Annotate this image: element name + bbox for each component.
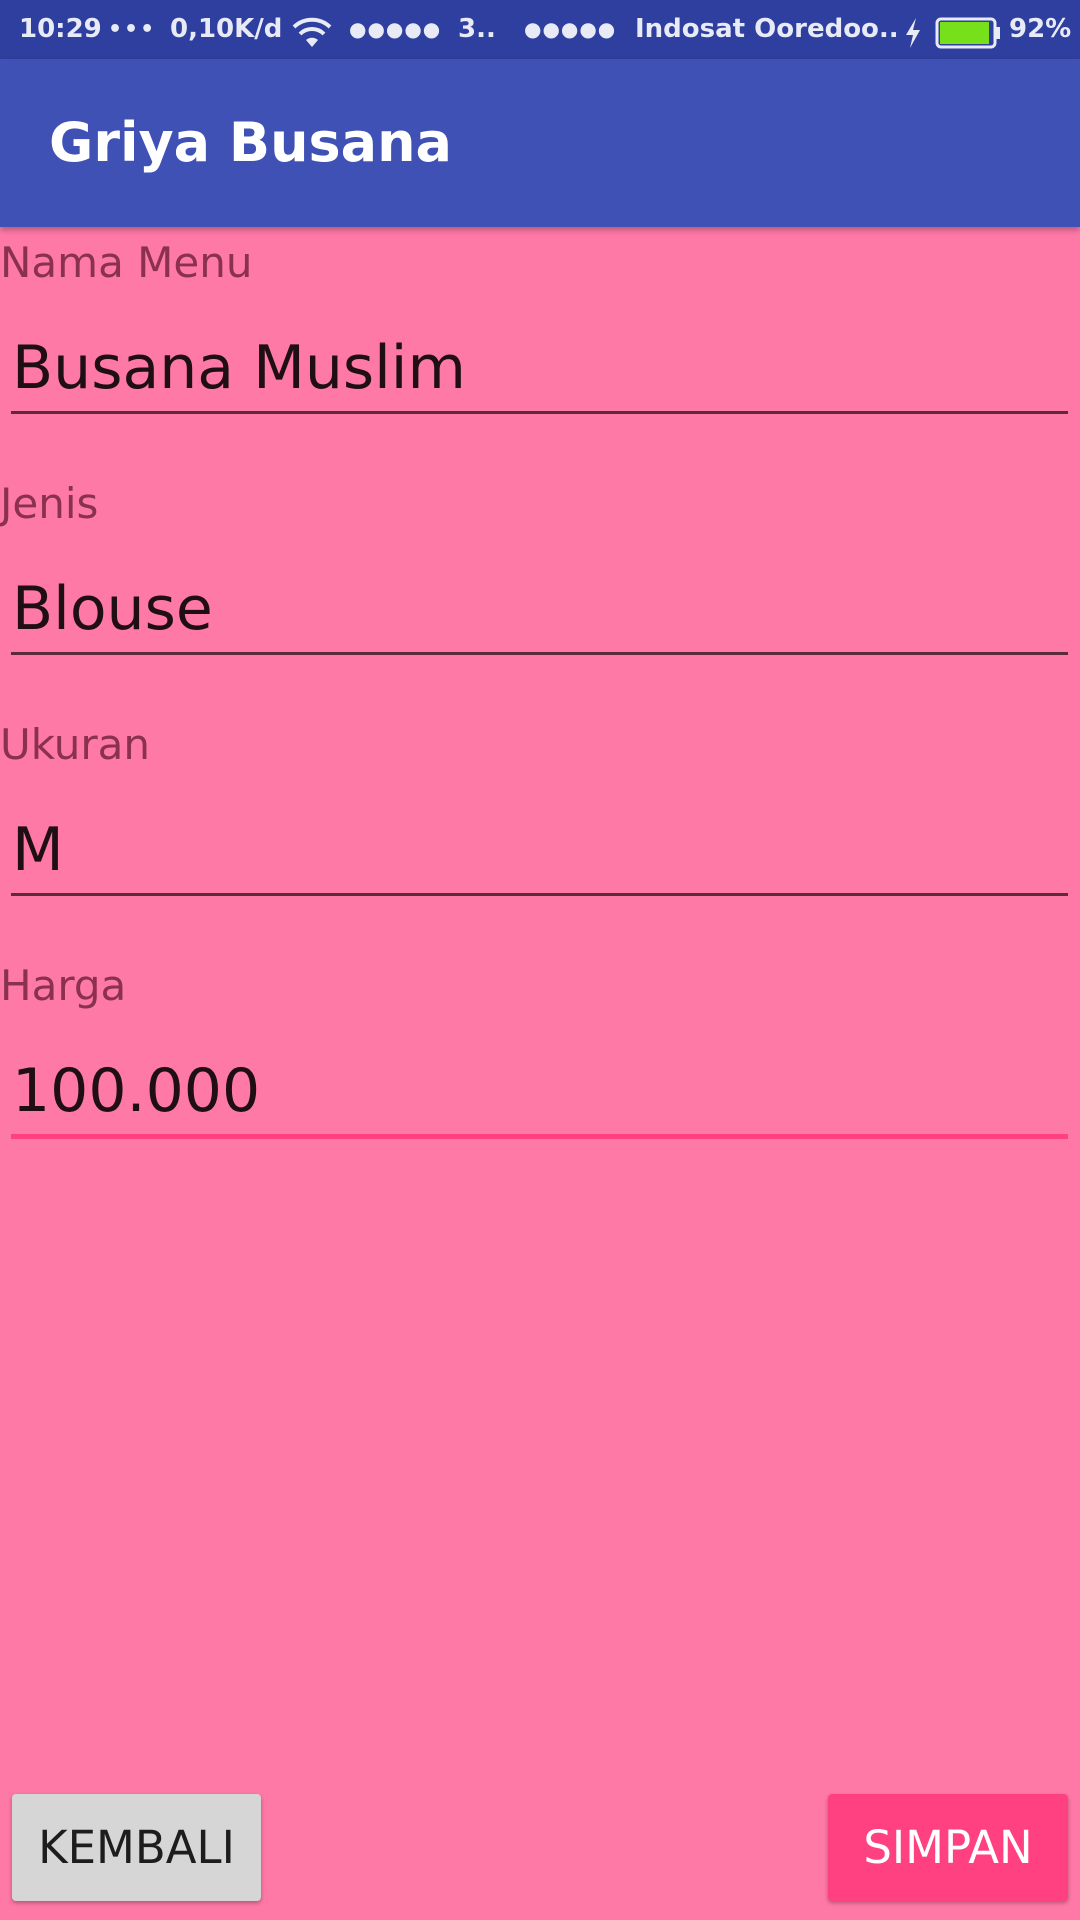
network-speed: 0,10K/d xyxy=(170,14,283,44)
field-label-harga: Harga xyxy=(0,961,127,1010)
harga-input[interactable] xyxy=(12,1051,1068,1131)
jenis-input[interactable] xyxy=(12,569,1068,649)
carrier-name: Indosat Ooredoo.. xyxy=(635,14,899,44)
network-type: 3.. xyxy=(458,14,496,44)
field-label-ukuran: Ukuran xyxy=(0,720,151,769)
nama-menu-underline xyxy=(11,411,1068,414)
field-label-jenis: Jenis xyxy=(0,479,99,528)
notification-dots: ••• xyxy=(108,17,157,42)
battery-percent: 92% xyxy=(1009,14,1072,44)
jenis-underline xyxy=(11,652,1068,655)
wifi-icon xyxy=(292,12,332,47)
field-label-nama-menu: Nama Menu xyxy=(0,238,253,287)
save-button[interactable]: SIMPAN xyxy=(828,1794,1068,1901)
app-bar: Griya Busana xyxy=(0,59,1080,227)
nama-menu-input[interactable] xyxy=(12,328,1068,408)
back-button[interactable]: KEMBALI xyxy=(12,1794,261,1901)
battery-fill xyxy=(940,22,989,44)
status-time: 10:29 xyxy=(19,14,102,44)
battery-icon xyxy=(935,13,1001,49)
status-bar: 10:29 ••• 0,10K/d ●●●●● 3.. ●●●●● Indosa… xyxy=(0,0,1080,59)
signal-strength-2: ●●●●● xyxy=(524,17,617,41)
lightning-icon xyxy=(902,13,924,48)
signal-strength-1: ●●●●● xyxy=(349,17,442,41)
app-title: Griya Busana xyxy=(49,111,452,174)
ukuran-input[interactable] xyxy=(12,810,1068,890)
harga-underline xyxy=(11,1134,1068,1139)
ukuran-underline xyxy=(11,893,1068,896)
